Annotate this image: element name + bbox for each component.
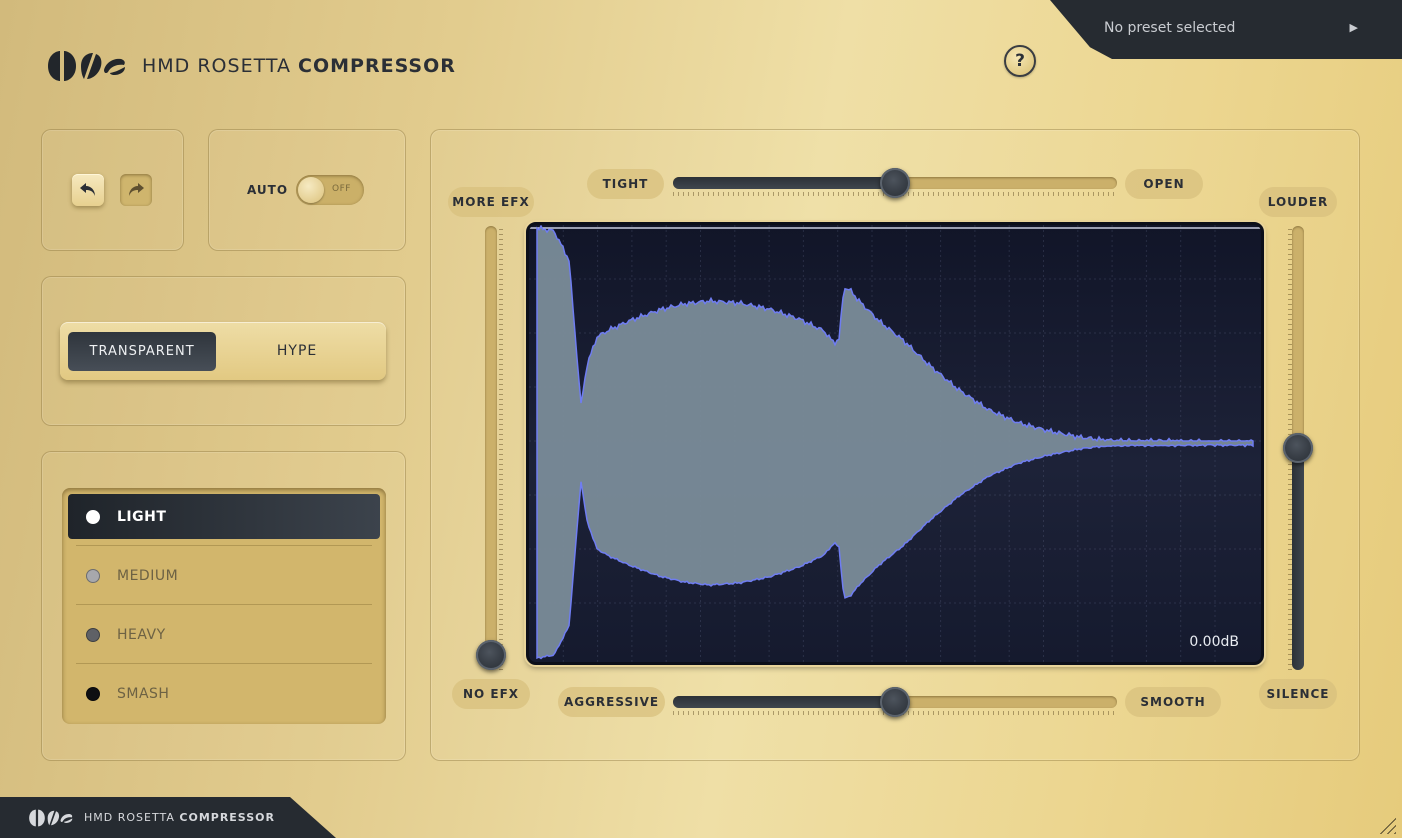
brand-header: HMD ROSETTA COMPRESSOR — [46, 50, 456, 82]
smooth-label[interactable]: SMOOTH — [1125, 687, 1221, 717]
waveform-display: 0.00dB — [526, 222, 1264, 665]
auto-label: AUTO — [247, 183, 289, 197]
mode-option-transparent[interactable]: TRANSPARENT — [68, 331, 217, 371]
level-item-medium[interactable]: MEDIUM — [68, 553, 380, 598]
redo-button[interactable] — [120, 174, 152, 206]
efx-knob[interactable] — [476, 640, 506, 670]
footer-title-product: COMPRESSOR — [179, 811, 275, 824]
tight-open-knob[interactable] — [880, 168, 910, 198]
slider-fill — [1292, 448, 1304, 670]
slider-ticks — [499, 226, 503, 670]
tight-label[interactable]: TIGHT — [587, 169, 664, 199]
help-button[interactable]: ? — [1004, 45, 1036, 77]
level-dot-heavy — [86, 627, 100, 642]
footer-title-prefix: HMD ROSETTA — [84, 811, 175, 824]
gain-readout: 0.00dB — [1189, 634, 1239, 650]
toggle-knob — [298, 177, 324, 203]
divider — [76, 604, 372, 605]
undo-button[interactable] — [72, 174, 104, 206]
level-label: MEDIUM — [117, 567, 179, 584]
divider — [76, 545, 372, 546]
undo-icon — [80, 183, 95, 196]
history-panel — [41, 129, 184, 251]
output-knob[interactable] — [1283, 433, 1313, 463]
resize-grip-icon[interactable] — [1378, 816, 1396, 834]
louder-label[interactable]: LOUDER — [1259, 187, 1337, 217]
auto-panel: AUTO OFF — [208, 129, 406, 251]
app-title-prefix: HMD ROSETTA — [142, 55, 291, 77]
app-title: HMD ROSETTA COMPRESSOR — [142, 55, 456, 77]
silence-label[interactable]: SILENCE — [1259, 679, 1337, 709]
level-label: LIGHT — [117, 508, 167, 525]
toggle-state: OFF — [332, 184, 351, 194]
more-efx-label[interactable]: MORE EFX — [448, 187, 534, 217]
app-title-product: COMPRESSOR — [298, 55, 456, 77]
brand-logo-icon — [46, 50, 128, 82]
level-dot-light — [86, 509, 100, 524]
redo-icon — [129, 183, 144, 196]
footer-logo-icon — [29, 809, 73, 826]
play-arrow-icon[interactable]: ▶ — [1350, 21, 1358, 34]
aggressive-label[interactable]: AGGRESSIVE — [558, 687, 665, 717]
waveform — [536, 225, 1254, 660]
slider-fill — [673, 177, 895, 189]
help-label: ? — [1015, 51, 1025, 71]
slider-fill — [673, 696, 895, 708]
level-item-smash[interactable]: SMASH — [68, 671, 380, 716]
level-item-light[interactable]: LIGHT — [68, 494, 380, 539]
efx-slider[interactable] — [485, 226, 497, 670]
preset-name: No preset selected — [1104, 20, 1236, 36]
no-efx-label[interactable]: NO EFX — [452, 679, 530, 709]
mode-option-hype[interactable]: HYPE — [216, 332, 378, 371]
mode-panel: TRANSPARENT HYPE — [41, 276, 406, 426]
level-list: LIGHT MEDIUM HEAVY SMASH — [62, 488, 386, 724]
open-label[interactable]: OPEN — [1125, 169, 1203, 199]
level-label: SMASH — [117, 685, 170, 702]
preset-selector[interactable]: No preset selected ▶ — [1050, 0, 1402, 59]
waveform-graph — [529, 225, 1261, 662]
divider — [76, 663, 372, 664]
mode-switch: TRANSPARENT HYPE — [60, 322, 386, 380]
footer-title: HMD ROSETTA COMPRESSOR — [84, 811, 275, 824]
level-label: HEAVY — [117, 626, 166, 643]
level-dot-smash — [86, 686, 100, 701]
level-dot-medium — [86, 568, 100, 583]
footer-brand: HMD ROSETTA COMPRESSOR — [0, 797, 336, 838]
level-panel: LIGHT MEDIUM HEAVY SMASH — [41, 451, 406, 761]
level-item-heavy[interactable]: HEAVY — [68, 612, 380, 657]
auto-toggle[interactable]: OFF — [296, 175, 364, 205]
aggressive-smooth-knob[interactable] — [880, 687, 910, 717]
